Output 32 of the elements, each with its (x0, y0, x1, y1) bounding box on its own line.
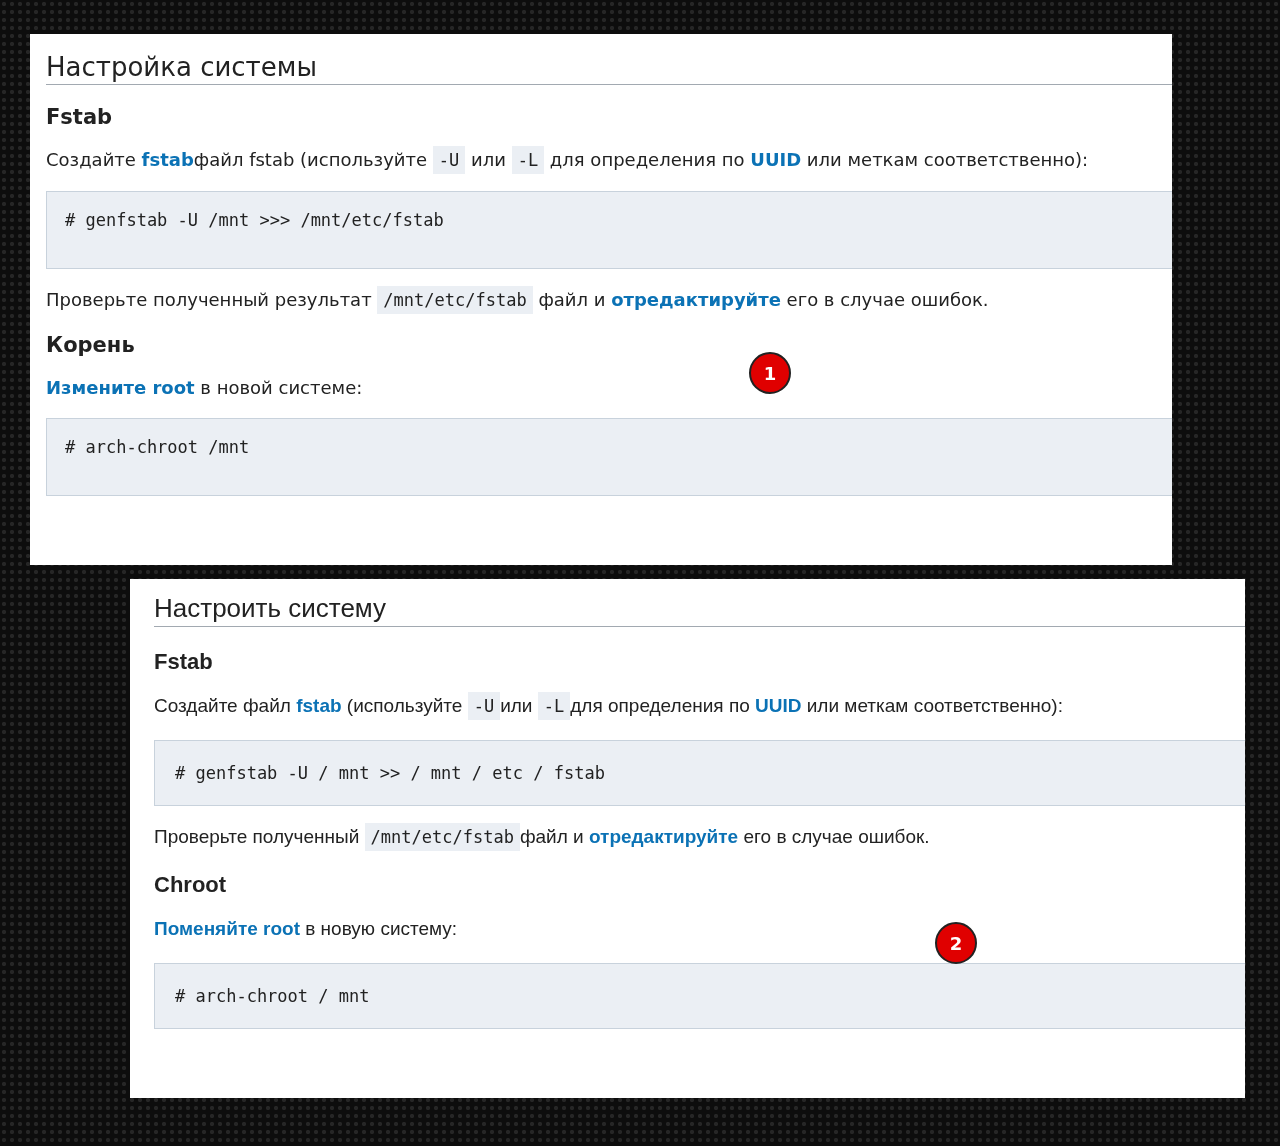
page-title: Настроить систему (154, 593, 1245, 627)
inline-code: -U (467, 692, 501, 720)
paragraph: Создайте файл fstab (используйте -U или -L для определения по UUID или меткам соответственно): (154, 693, 1245, 720)
section-heading: Chroot (154, 872, 228, 899)
inline-code: -L (511, 146, 545, 174)
link[interactable]: UUID (755, 695, 802, 716)
paragraph: Проверьте полученный результат /mnt/etc/fstab файл и отредактируйте его в случае ошибок. (46, 286, 1172, 313)
paragraph: Проверьте полученный /mnt/etc/fstab файл и отредактируйте его в случае ошибок. (154, 823, 1245, 851)
inline-code: -L (537, 692, 571, 720)
link[interactable]: Измените root (46, 376, 195, 398)
inline-code: -U (432, 146, 466, 174)
link[interactable]: Поменяйте root (154, 918, 300, 940)
paragraph: Создайте fstabфайл fstab (используйте -U или -L для определения по UUID или меткам соответственно): (46, 147, 1172, 173)
section-heading: Fstab (46, 105, 114, 129)
inline-code: /mnt/etc/fstab (377, 285, 533, 314)
code-block: # arch-chroot /mnt (46, 417, 1172, 496)
section-heading: Fstab (154, 649, 214, 675)
link[interactable]: отредактируйте (588, 825, 739, 847)
inline-code: /mnt/etc/fstab (364, 822, 520, 851)
section-heading: Корень (46, 332, 136, 357)
paragraph: Измените root в новой системе: (46, 375, 364, 400)
code-block: # genfstab -U / mnt >> / mnt / etc / fstab (154, 739, 1245, 806)
code-block: # arch-chroot / mnt (154, 962, 1245, 1029)
page-title: Настройка системы (46, 52, 1172, 85)
number-badge: 2 (935, 922, 977, 964)
code-block: # genfstab -U /mnt >>> /mnt/etc/fstab (46, 190, 1172, 269)
link[interactable]: fstab (296, 695, 342, 716)
paragraph: Поменяйте root в новую систему: (154, 917, 459, 942)
number-badge: 1 (749, 352, 791, 394)
link[interactable]: fstab (141, 149, 194, 170)
link[interactable]: UUID (750, 149, 802, 170)
link[interactable]: отредактируйте (611, 288, 781, 310)
